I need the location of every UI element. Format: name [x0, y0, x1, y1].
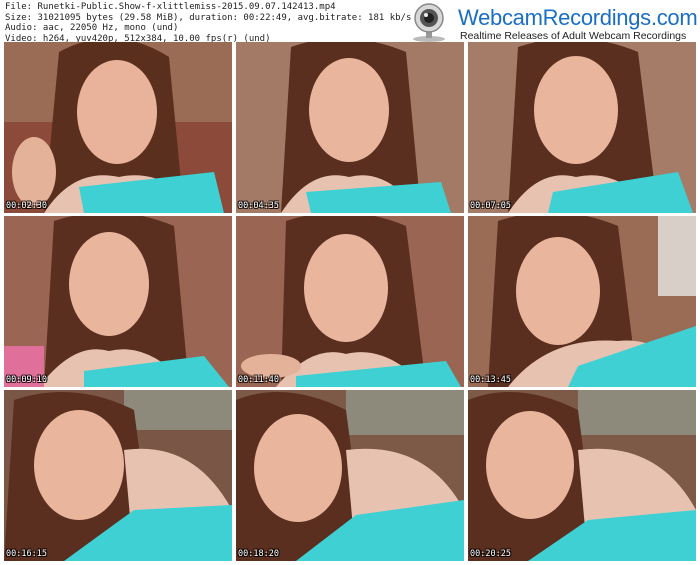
timestamp: 00:04:35 — [238, 201, 279, 211]
thumbnail-image — [4, 390, 232, 561]
thumbnail: 00:13:45 — [468, 216, 696, 387]
webcam-icon — [413, 3, 445, 42]
timestamp: 00:20:25 — [470, 549, 511, 559]
thumbnail-image — [468, 42, 696, 213]
thumbnail-image — [468, 216, 696, 387]
thumbnail-image — [236, 390, 464, 561]
brand-name: WebcamRecordings.com — [458, 5, 698, 30]
timestamp: 00:13:45 — [470, 375, 511, 385]
timestamp: 00:18:20 — [238, 549, 279, 559]
thumbnail: 00:09:10 — [4, 216, 232, 387]
timestamp: 00:11:40 — [238, 375, 279, 385]
file-info-line: Size: 31021095 bytes (29.58 MiB), durati… — [5, 12, 412, 23]
thumbnail: 00:07:05 — [468, 42, 696, 213]
file-info-line: Audio: aac, 22050 Hz, mono (und) — [5, 23, 179, 33]
file-info-line: File: Runetki-Public.Show-f-xlittlemiss-… — [5, 2, 336, 12]
thumbnail: 00:02:30 — [4, 42, 232, 213]
timestamp: 00:02:30 — [6, 201, 47, 211]
brand-logo: WebcamRecordings.com Realtime Releases o… — [404, 2, 698, 42]
header: File: Runetki-Public.Show-f-xlittlemiss-… — [0, 0, 700, 44]
thumbnail-image — [236, 42, 464, 213]
timestamp: 00:09:10 — [6, 375, 47, 385]
thumbnail: 00:16:15 — [4, 390, 232, 561]
thumbnail: 00:11:40 — [236, 216, 464, 387]
thumbnail-image — [236, 216, 464, 387]
file-info: File: Runetki-Public.Show-f-xlittlemiss-… — [5, 2, 411, 44]
thumbnail-image — [4, 216, 232, 387]
thumbnail: 00:04:35 — [236, 42, 464, 213]
thumbnail: 00:18:20 — [236, 390, 464, 561]
thumbnail-image — [468, 390, 696, 561]
timestamp: 00:07:05 — [470, 201, 511, 211]
thumbnail-grid: 00:02:30 00:04:35 00:07:05 00:09:10 00:1… — [4, 42, 696, 562]
timestamp: 00:16:15 — [6, 549, 47, 559]
thumbnail: 00:20:25 — [468, 390, 696, 561]
thumbnail-image — [4, 42, 232, 213]
brand-tagline: Realtime Releases of Adult Webcam Record… — [460, 30, 687, 42]
